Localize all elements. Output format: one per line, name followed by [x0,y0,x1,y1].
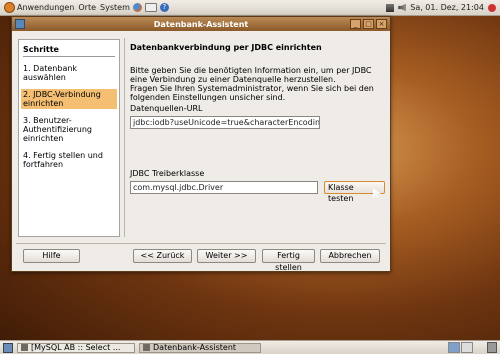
workspace-2[interactable] [461,342,473,353]
help-icon[interactable]: ? [159,3,169,12]
bottom-panel: [MySQL AB :: Select ... Datenbank-Assist… [0,340,500,354]
description-line-1: Bitte geben Sie die benötigten Informati… [130,66,372,84]
workspace-switcher [448,342,473,353]
clock[interactable]: Sa, 01. Dez, 21:04 [410,3,484,12]
places-menu-label: Orte [78,3,97,12]
applications-menu[interactable]: Anwendungen [4,2,74,13]
applications-menu-label: Anwendungen [17,3,75,12]
steps-divider [23,56,115,57]
system-menu-label: System [100,3,130,12]
places-menu[interactable]: Orte [78,3,96,12]
url-input[interactable]: jdbc:iodb?useUnicode=true&characterEncod… [130,116,320,129]
firefox-icon[interactable] [132,3,142,12]
trash-icon[interactable] [487,342,497,353]
cancel-button[interactable]: Abbrechen [320,249,380,263]
description-line-2: Fragen Sie Ihren Systemadministrator, we… [130,84,374,102]
mouse-cursor-icon [373,188,382,198]
browser-window-icon [21,344,28,351]
vertical-divider [124,38,125,237]
step-jdbc-connection[interactable]: 2. JDBC-Verbindung einrichten [21,89,117,109]
mail-icon[interactable] [144,3,157,12]
title-bar[interactable]: Datenbank-Assistent _ □ × [12,17,390,31]
taskbar-item-label: Datenbank-Assistent [153,343,237,352]
taskbar-item-mysql[interactable]: [MySQL AB :: Select ... [17,342,135,353]
help-button[interactable]: Hilfe [23,249,80,263]
test-class-button[interactable]: Klasse testen [324,181,385,203]
step-user-authentication[interactable]: 3. Benutzer-Authentifizierung einrichten [21,115,117,144]
url-label: Datenquellen-URL [130,104,203,113]
taskbar-item-assistant[interactable]: Datenbank-Assistent [139,342,261,353]
steps-heading: Schritte [23,45,59,54]
finish-button[interactable]: Fertig stellen [262,249,315,272]
ubuntu-logo-icon [4,2,15,13]
power-icon[interactable] [488,3,496,12]
workspace-1[interactable] [448,342,460,353]
taskbar-item-label: [MySQL AB :: Select ... [31,343,121,352]
network-icon[interactable] [386,3,395,12]
description: Bitte geben Sie die benötigten Informati… [130,66,385,102]
assistant-window: Datenbank-Assistent _ □ × Schritte 1. Da… [11,16,391,272]
window-title: Datenbank-Assistent [153,19,249,29]
system-menu[interactable]: System [100,3,130,12]
assistant-window-icon [143,344,150,351]
show-desktop-icon[interactable] [3,342,13,353]
system-tray: Sa, 01. Dez, 21:04 [386,3,500,12]
step-finish[interactable]: 4. Fertig stellen und fortfahren [21,150,117,170]
driver-input[interactable]: com.mysql.jdbc.Driver [130,181,319,194]
volume-icon[interactable] [398,3,407,12]
page-title: Datenbankverbindung per JDBC einrichten [130,43,322,52]
main-panel: Datenbankverbindung per JDBC einrichten … [130,39,385,203]
back-button[interactable]: << Zurück [133,249,192,263]
button-divider [16,243,386,244]
test-class-label: Klasse testen [328,183,354,203]
top-panel: Anwendungen Orte System ? Sa, 01. Dez, 2… [0,0,500,16]
steps-sidebar: Schritte 1. Datenbank auswählen 2. JDBC-… [18,39,120,237]
step-select-database[interactable]: 1. Datenbank auswählen [21,63,117,83]
driver-label: JDBC Treiberklasse [130,169,205,178]
next-button[interactable]: Weiter >> [197,249,256,263]
